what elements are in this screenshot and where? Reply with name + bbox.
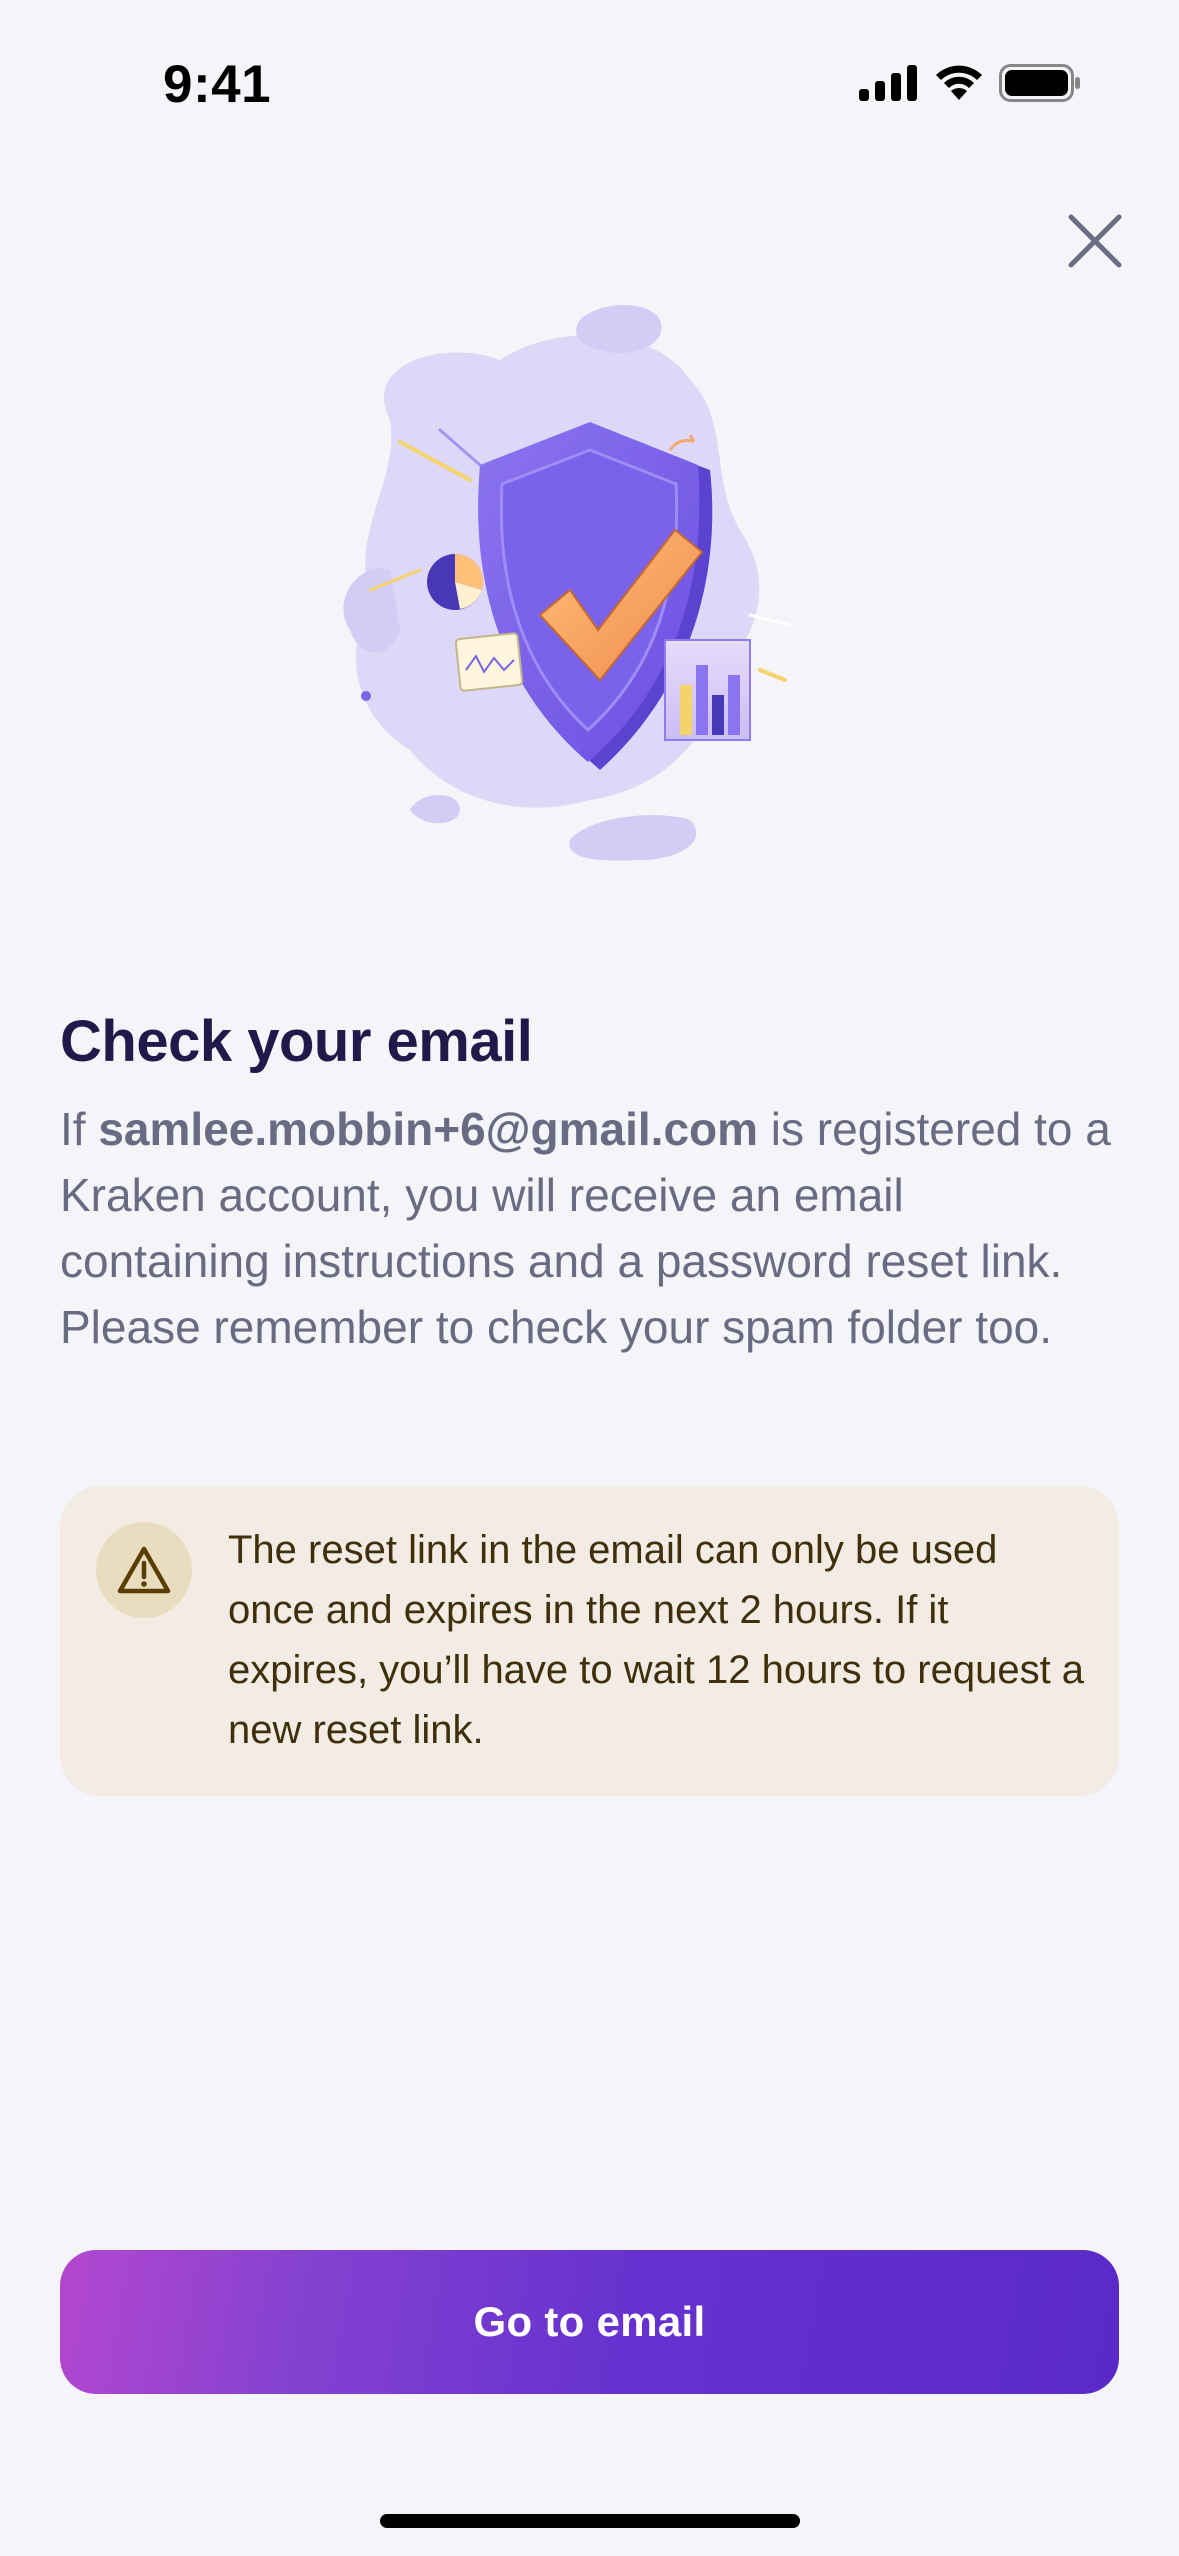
- page-title: Check your email: [60, 1009, 533, 1074]
- warning-card: The reset link in the email can only be …: [60, 1486, 1119, 1796]
- email-address: samlee.mobbin+6@gmail.com: [98, 1103, 759, 1155]
- wifi-icon: [936, 65, 982, 100]
- close-button[interactable]: [1060, 206, 1130, 276]
- home-indicator: [380, 2514, 800, 2528]
- go-to-email-button[interactable]: Go to email: [60, 2250, 1119, 2394]
- battery-icon: [999, 64, 1080, 102]
- shield-check-illustration: [343, 305, 792, 861]
- hero-illustration: [330, 300, 860, 880]
- warning-icon-badge: [96, 1522, 192, 1618]
- status-time: 9:41: [163, 55, 272, 114]
- close-icon: [1068, 214, 1122, 268]
- cellular-signal-icon: [859, 65, 917, 101]
- status-icons: [859, 64, 1081, 102]
- status-bar: 9:41: [0, 0, 1179, 150]
- warning-triangle-icon: [117, 1546, 171, 1594]
- body-text: If samlee.mobbin+6@gmail.com is register…: [60, 1096, 1120, 1360]
- body-prefix: If: [60, 1103, 99, 1155]
- warning-text: The reset link in the email can only be …: [228, 1528, 1085, 1752]
